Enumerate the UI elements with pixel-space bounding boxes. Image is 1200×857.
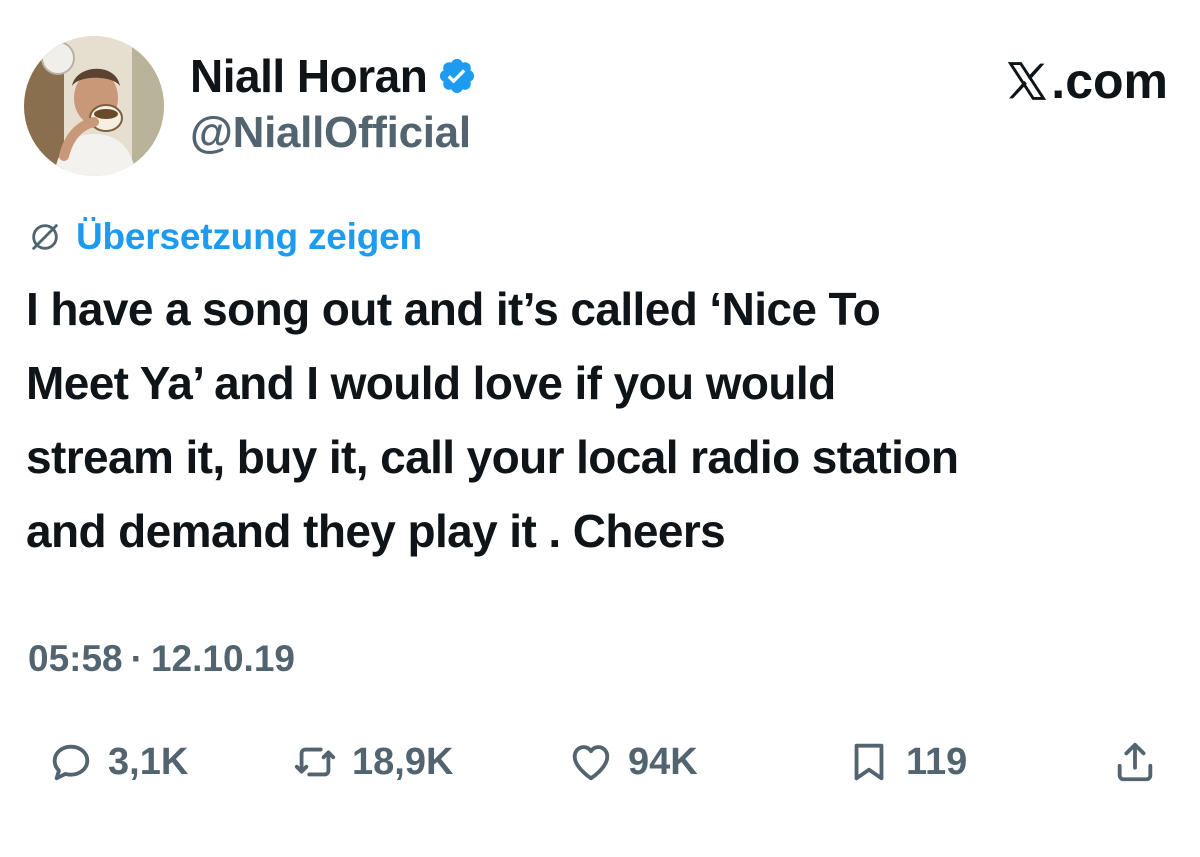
display-name-row: Niall Horan: [190, 46, 477, 106]
tweet-header: Niall Horan @NiallOfficial .com: [24, 32, 1174, 182]
heart-icon: [568, 739, 614, 785]
author-handle[interactable]: @NiallOfficial: [190, 108, 477, 158]
reply-button[interactable]: 3,1K: [48, 730, 188, 794]
x-logo-icon: [1005, 59, 1049, 103]
show-translation-link[interactable]: Übersetzung zeigen: [28, 214, 422, 260]
display-name[interactable]: Niall Horan: [190, 49, 428, 103]
bookmark-count: 119: [906, 740, 968, 783]
bookmark-icon: [846, 739, 892, 785]
repost-icon: [292, 739, 338, 785]
verified-badge-icon: [437, 56, 477, 96]
brand-label: .com: [1005, 52, 1168, 110]
share-icon: [1112, 739, 1158, 785]
brand-domain: .com: [1051, 53, 1168, 109]
tweet-time: 05:58: [28, 638, 123, 679]
meta-separator: ·: [130, 638, 143, 679]
tweet-text: I have a song out and it’s called ‘Nice …: [26, 283, 959, 557]
bookmark-button[interactable]: 119: [846, 730, 967, 794]
repost-button[interactable]: 18,9K: [292, 730, 453, 794]
reply-count: 3,1K: [108, 740, 189, 783]
avatar[interactable]: [24, 36, 164, 176]
share-button[interactable]: [1112, 730, 1158, 794]
reply-icon: [48, 739, 94, 785]
action-bar: 3,1K 18,9K 94K 119: [0, 730, 1200, 794]
like-count: 94K: [628, 740, 698, 783]
author-names: Niall Horan @NiallOfficial: [190, 46, 477, 158]
avatar-image: [24, 36, 164, 176]
tweet-card: Niall Horan @NiallOfficial .com Übersetz…: [0, 0, 1200, 857]
repost-count: 18,9K: [352, 740, 454, 783]
translate-label[interactable]: Übersetzung zeigen: [76, 216, 422, 258]
tweet-date: 12.10.19: [150, 638, 295, 679]
like-button[interactable]: 94K: [568, 730, 698, 794]
tweet-timestamp[interactable]: 05:58 · 12.10.19: [28, 636, 295, 682]
globe-icon: [28, 220, 62, 254]
